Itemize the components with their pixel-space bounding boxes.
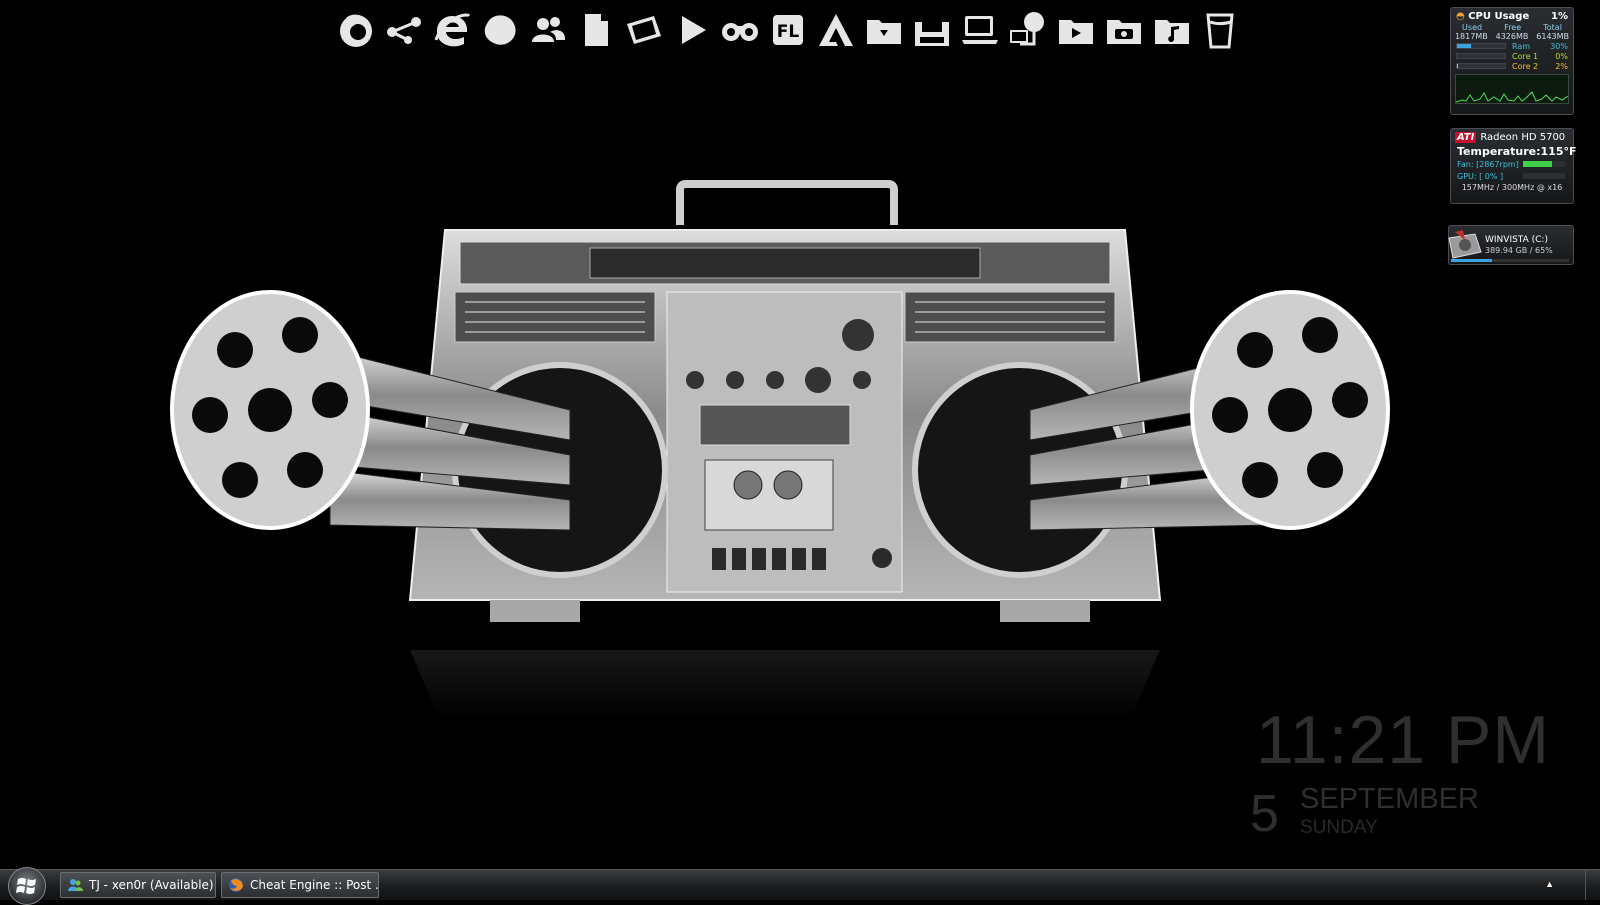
- recycle-bin-icon[interactable]: [1196, 6, 1244, 54]
- free-label: Free: [1504, 23, 1522, 32]
- gauge-icon: ◓: [1456, 11, 1465, 22]
- taskbar-item-label: Cheat Engine :: Post ...: [250, 878, 379, 892]
- core2-bar-fill: [1457, 64, 1458, 68]
- clock-weekday: SUNDAY: [1300, 817, 1378, 838]
- taskbar-item-label: TJ - xen0r (Available): [89, 878, 214, 892]
- save-icon[interactable]: [908, 6, 956, 54]
- adobe-icon[interactable]: [812, 6, 860, 54]
- ram-bar-fill: [1457, 44, 1472, 48]
- taskbar-item-firefox[interactable]: Cheat Engine :: Post ...: [221, 872, 379, 898]
- core2-row: Core 2 2%: [1451, 61, 1573, 71]
- drive-usage-bar-fill: [1451, 259, 1493, 262]
- core1-label: Core 1: [1512, 51, 1539, 61]
- contacts-icon[interactable]: [524, 6, 572, 54]
- drive-name: WINVISTA (C:): [1485, 235, 1548, 245]
- fl-studio-icon[interactable]: FL: [764, 6, 812, 54]
- gpu-clock: 157MHz / 300MHz @ x16: [1461, 183, 1563, 192]
- share-icon[interactable]: [380, 6, 428, 54]
- document-icon[interactable]: [572, 6, 620, 54]
- computer-icon[interactable]: [956, 6, 1004, 54]
- gpu-model: Radeon HD 5700: [1480, 132, 1566, 143]
- ram-value: 30%: [1550, 41, 1568, 51]
- picture-icon[interactable]: [620, 6, 668, 54]
- messenger-icon: [68, 879, 83, 891]
- music-folder-icon[interactable]: [1148, 6, 1196, 54]
- svg-text:FL: FL: [777, 22, 800, 42]
- core1-value: 0%: [1555, 51, 1568, 61]
- clock-day: 5: [1250, 785, 1279, 843]
- show-desktop-button[interactable]: [1585, 870, 1600, 900]
- cpu-percent: 1%: [1551, 11, 1568, 22]
- play-icon[interactable]: [668, 6, 716, 54]
- start-button[interactable]: [8, 867, 46, 905]
- clock-time: 11:21 PM: [1256, 702, 1551, 778]
- total-value: 6143MB: [1536, 32, 1570, 41]
- cpu-gadget-title: ◓ CPU Usage: [1456, 11, 1530, 22]
- desktop-dock: FL: [332, 6, 1244, 54]
- internet-explorer-icon[interactable]: [428, 6, 476, 54]
- ati-logo: ATI: [1455, 132, 1477, 143]
- folder-icon[interactable]: [860, 6, 908, 54]
- ram-label: Ram: [1512, 41, 1531, 51]
- clock-month: SEPTEMBER: [1300, 783, 1479, 815]
- gpu-load-label: GPU: [ 0% ]: [1457, 171, 1504, 181]
- fan-bar-fill: [1523, 161, 1553, 167]
- free-value: 4326MB: [1495, 32, 1529, 41]
- taskbar: TJ - xen0r (Available) Cheat Engine :: P…: [0, 867, 1600, 905]
- drive-detail: 389.94 GB / 65%: [1485, 246, 1553, 255]
- temperature-label: Temperature:: [1457, 145, 1541, 158]
- fan-row: Fan: [2867rpm]: [1451, 158, 1573, 170]
- boombox-wallpaper: [170, 180, 1390, 720]
- fan-label: Fan: [2867rpm]: [1457, 159, 1519, 169]
- cpu-usage-gadget[interactable]: ◓ CPU Usage 1% Used Free Total 1817MB 43…: [1450, 7, 1574, 115]
- binoculars-icon[interactable]: [716, 6, 764, 54]
- messenger-icon[interactable]: [476, 6, 524, 54]
- network-icon[interactable]: [1004, 6, 1052, 54]
- drive-gadget[interactable]: WINVISTA (C:) 389.94 GB / 65%: [1448, 225, 1574, 265]
- temperature-value: 115°F: [1540, 145, 1577, 158]
- core2-label: Core 2: [1512, 61, 1539, 71]
- total-label: Total: [1543, 23, 1562, 32]
- videos-folder-icon[interactable]: [1052, 6, 1100, 54]
- cpu-history-graph: [1455, 74, 1569, 104]
- show-hidden-icons-button[interactable]: ▲: [1545, 879, 1554, 889]
- core2-value: 2%: [1555, 61, 1568, 71]
- taskbar-item-messenger[interactable]: TJ - xen0r (Available): [60, 872, 216, 898]
- firefox-icon[interactable]: [332, 6, 380, 54]
- gpu-load-row: GPU: [ 0% ]: [1451, 170, 1573, 182]
- windows-logo-icon: [16, 878, 36, 894]
- firefox-icon: [229, 878, 243, 892]
- pictures-folder-icon[interactable]: [1100, 6, 1148, 54]
- core1-row: Core 1 0%: [1451, 51, 1573, 61]
- gpu-monitor-gadget[interactable]: ATI Radeon HD 5700 Temperature: 115°F Fa…: [1450, 128, 1577, 204]
- ram-row: Ram 30%: [1451, 41, 1573, 51]
- used-label: Used: [1462, 23, 1483, 32]
- hard-drive-icon: [1448, 230, 1482, 259]
- used-value: 1817MB: [1454, 32, 1488, 41]
